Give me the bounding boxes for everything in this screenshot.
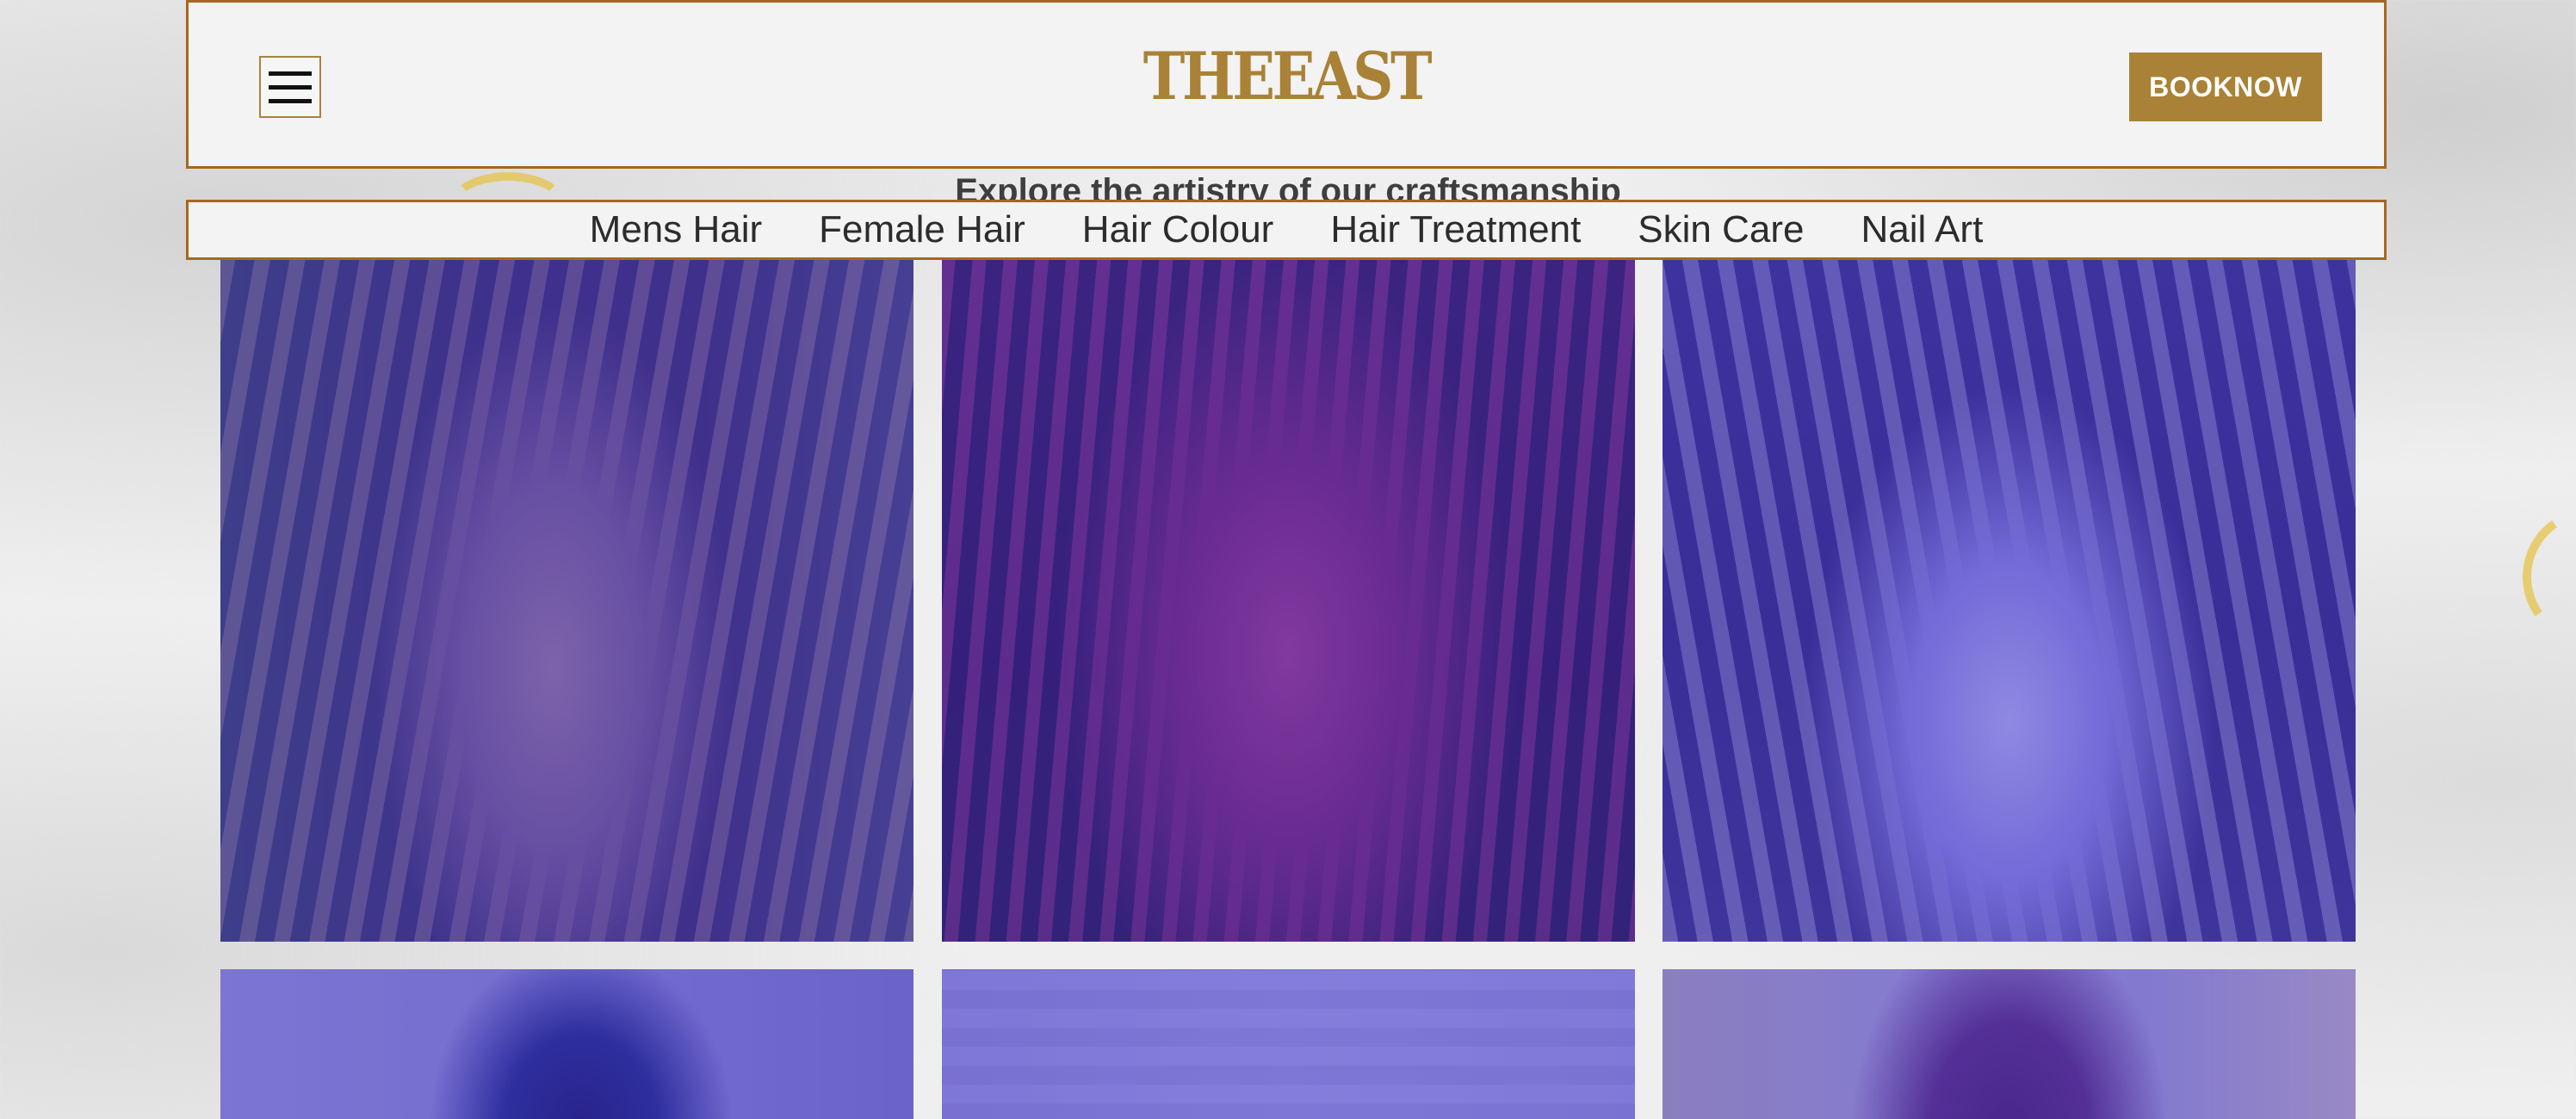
purple-overlay	[942, 255, 1635, 942]
decorative-gold-swirl	[2511, 497, 2576, 657]
category-hair-colour[interactable]: Hair Colour	[1082, 211, 1274, 249]
category-female-hair[interactable]: Female Hair	[819, 211, 1025, 249]
purple-overlay	[1663, 255, 2356, 942]
menu-bar	[269, 71, 312, 76]
category-skin-care[interactable]: Skin Care	[1638, 211, 1804, 249]
category-nav: Mens Hair Female Hair Hair Colour Hair T…	[186, 200, 2387, 260]
gallery-image-brunette-waves[interactable]	[220, 255, 913, 942]
purple-overlay	[942, 969, 1635, 1119]
gallery-image-dark-straight[interactable]	[1663, 969, 2356, 1119]
category-mens-hair[interactable]: Mens Hair	[590, 211, 763, 249]
gallery-image-blue-straight[interactable]	[220, 969, 913, 1119]
site-logo[interactable]: THEEAST	[343, 44, 2231, 109]
site-header: THEEAST BOOKNOW	[186, 0, 2387, 169]
category-hair-treatment[interactable]: Hair Treatment	[1330, 211, 1581, 249]
purple-overlay	[220, 969, 913, 1119]
purple-overlay	[1663, 969, 2356, 1119]
purple-overlay	[220, 255, 913, 942]
category-nail-art[interactable]: Nail Art	[1861, 211, 1983, 249]
book-now-button[interactable]: BOOKNOW	[2129, 53, 2322, 121]
menu-bar	[269, 85, 312, 90]
hamburger-menu-icon[interactable]	[259, 56, 321, 118]
gallery-image-brick-wall[interactable]	[942, 969, 1635, 1119]
gallery-image-silver-ombre[interactable]	[1663, 255, 2356, 942]
gallery-image-magenta-waves[interactable]	[942, 255, 1635, 942]
menu-bar	[269, 99, 312, 103]
